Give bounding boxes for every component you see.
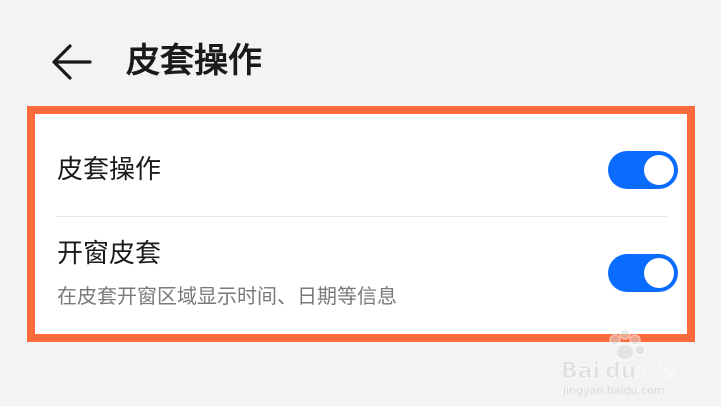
highlight-frame: 皮套操作 开窗皮套 在皮套开窗区域显示时间、日期等信息 — [27, 106, 695, 342]
svg-text:du: du — [605, 359, 636, 384]
header: 皮套操作 — [0, 0, 721, 100]
settings-card: 皮套操作 开窗皮套 在皮套开窗区域显示时间、日期等信息 — [43, 122, 679, 326]
page-title: 皮套操作 — [126, 41, 262, 81]
setting-label-window-case: 开窗皮套 — [57, 239, 162, 269]
back-button[interactable] — [44, 36, 100, 88]
baidu-jingyan-watermark: Bai du 经验 jingyan.baidu.com — [561, 328, 678, 397]
arrow-left-icon — [52, 44, 92, 80]
case-operation-toggle[interactable] — [608, 151, 678, 189]
window-case-toggle[interactable] — [608, 254, 678, 292]
setting-label-case-operation: 皮套操作 — [57, 155, 162, 185]
svg-text:经验: 经验 — [637, 359, 677, 383]
setting-description-window-case: 在皮套开窗区域显示时间、日期等信息 — [57, 284, 397, 308]
divider — [57, 216, 667, 217]
settings-page: 皮套操作 皮套操作 开窗皮套 在皮套开窗区域显示时间、日期等信息 Bai du … — [0, 0, 721, 406]
toggle-knob — [644, 258, 674, 288]
svg-text:Bai: Bai — [561, 359, 600, 384]
svg-text:jingyan.baidu.com: jingyan.baidu.com — [562, 384, 665, 397]
toggle-knob — [644, 155, 674, 185]
